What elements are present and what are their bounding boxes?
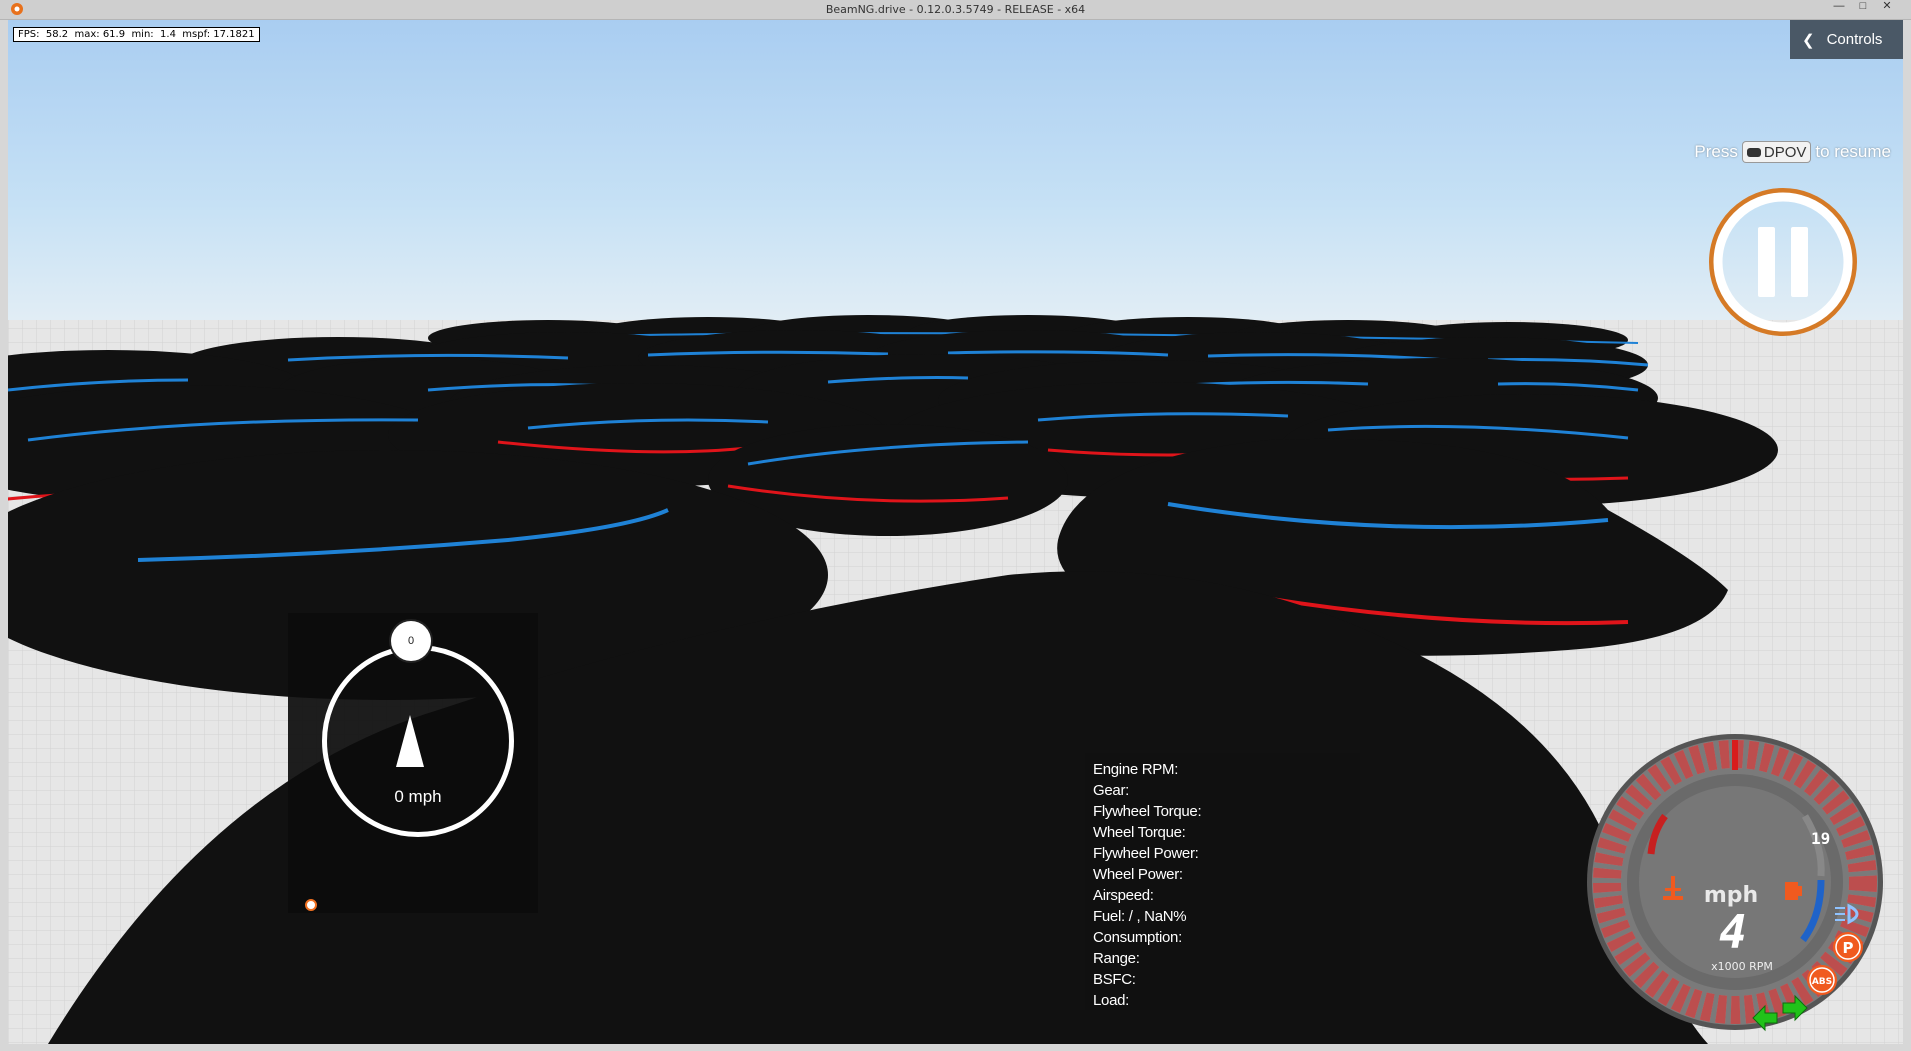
close-button[interactable]: ✕ xyxy=(1876,0,1898,14)
parking-brake-icon: P xyxy=(1833,932,1863,962)
abs-icon: ABS xyxy=(1807,965,1837,995)
heading-badge: 0 xyxy=(391,621,431,661)
abs-badge: ABS xyxy=(1812,977,1832,987)
flywheel-torque-label: Flywheel Torque: xyxy=(1093,803,1202,820)
wheel-torque-label: Wheel Torque: xyxy=(1093,824,1186,841)
title-bar: BeamNG.drive - 0.12.0.3.5749 - RELEASE -… xyxy=(0,0,1911,20)
redline-marker xyxy=(1732,740,1738,770)
gamepad-icon xyxy=(1746,147,1761,157)
resume-hint: Press DPOV to resume xyxy=(1694,142,1891,162)
game-window: BeamNG.drive - 0.12.0.3.5749 - RELEASE -… xyxy=(0,0,1911,1051)
window-title: BeamNG.drive - 0.12.0.3.5749 - RELEASE -… xyxy=(825,3,1086,16)
navigation-widget: 0 0 mph xyxy=(288,613,538,913)
waypoint-dot-icon xyxy=(305,899,317,911)
bsfc-label: BSFC: xyxy=(1093,971,1136,988)
fps-counter: FPS: 58.2 max: 61.9 min: 1.4 mspf: 17.18… xyxy=(13,27,260,42)
chevron-left-icon: ❮ xyxy=(1802,31,1815,49)
engine-info-panel: Engine RPM: Gear: Flywheel Torque: Wheel… xyxy=(1085,753,1360,1010)
dpov-key-badge: DPOV xyxy=(1742,142,1811,162)
vehicle-arrow-icon xyxy=(396,715,424,767)
load-label: Load: xyxy=(1093,992,1130,1009)
fuel-label: Fuel: / , NaN% xyxy=(1093,908,1187,925)
pause-icon[interactable] xyxy=(1706,185,1860,339)
fuel-value: 19 xyxy=(1811,829,1830,848)
controls-button[interactable]: ❮ Controls xyxy=(1790,20,1903,59)
consumption-label: Consumption: xyxy=(1093,929,1182,946)
gear-label: Gear: xyxy=(1093,782,1130,799)
controls-label: Controls xyxy=(1826,31,1883,48)
dashboard-gauge: mph 4 x1000 RPM 19 P ABS xyxy=(1587,734,1883,1032)
game-viewport[interactable]: FPS: 58.2 max: 61.9 min: 1.4 mspf: 17.18… xyxy=(8,20,1903,1044)
airspeed-label: Airspeed: xyxy=(1093,887,1154,904)
speed-value: 4 xyxy=(1719,905,1747,959)
resume-prefix: Press xyxy=(1694,142,1738,161)
resume-suffix: to resume xyxy=(1815,142,1891,161)
wheel-power-label: Wheel Power: xyxy=(1093,866,1183,883)
maximize-button[interactable]: □ xyxy=(1852,0,1874,14)
nav-speed-readout: 0 mph xyxy=(394,787,442,806)
minimize-button[interactable]: — xyxy=(1828,0,1850,14)
dpov-key-label: DPOV xyxy=(1763,143,1807,161)
parking-badge: P xyxy=(1843,939,1854,957)
range-label: Range: xyxy=(1093,950,1140,967)
flywheel-power-label: Flywheel Power: xyxy=(1093,845,1199,862)
engine-rpm-label: Engine RPM: xyxy=(1093,761,1179,778)
rpm-label: x1000 RPM xyxy=(1711,960,1773,973)
